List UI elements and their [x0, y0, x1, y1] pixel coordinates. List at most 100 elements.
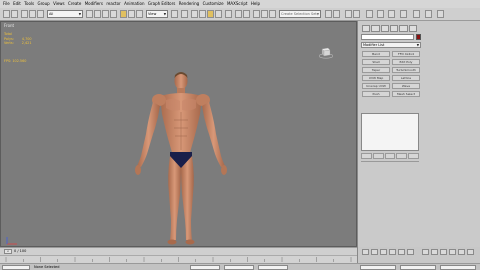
modifier-button[interactable]: Push: [362, 91, 390, 97]
modifier-stack[interactable]: [361, 113, 419, 151]
modifier-button[interactable]: Wave: [392, 83, 420, 89]
pivot-center-button[interactable]: [171, 10, 178, 18]
modifier-button[interactable]: Taper: [362, 67, 390, 73]
motion-tab-button[interactable]: [400, 10, 407, 18]
select-by-name-button[interactable]: [94, 10, 101, 18]
mirror-button[interactable]: [235, 10, 242, 18]
make-unique-button[interactable]: [384, 153, 396, 159]
go-to-end-icon[interactable]: [407, 249, 414, 255]
menu-modifiers[interactable]: Modifiers: [85, 0, 103, 8]
key-filters-field[interactable]: [360, 265, 396, 270]
create-tab-button[interactable]: [366, 10, 373, 18]
zoom-extents-icon[interactable]: [440, 249, 447, 255]
modifier-button[interactable]: Unwrap UVW: [362, 83, 390, 89]
selection-filter-dropdown[interactable]: All ▼: [47, 10, 83, 18]
window-crossing-button[interactable]: [110, 10, 117, 18]
spinner-snap-button[interactable]: [215, 10, 222, 18]
orbit-icon[interactable]: [467, 249, 474, 255]
menu-reactor[interactable]: reactor: [106, 0, 120, 8]
select-and-move-button[interactable]: [120, 10, 127, 18]
y-coordinate-field[interactable]: [224, 265, 254, 270]
unlink-button[interactable]: [29, 10, 36, 18]
menu-group[interactable]: Group: [37, 0, 49, 8]
reference-coordinate-dropdown[interactable]: View ▼: [146, 10, 168, 18]
go-to-start-icon[interactable]: [371, 249, 378, 255]
menu-maxscript[interactable]: MAXScript: [227, 0, 248, 8]
menu-views[interactable]: Views: [53, 0, 65, 8]
track-bar[interactable]: [0, 255, 357, 263]
time-slider[interactable]: < 0 / 100: [0, 247, 357, 255]
manipulate-button[interactable]: [181, 10, 188, 18]
time-slider-prev-button[interactable]: <: [4, 249, 12, 254]
menu-tools[interactable]: Tools: [24, 0, 34, 8]
percent-snap-button[interactable]: [207, 10, 214, 18]
menu-graph-editors[interactable]: Graph Editors: [148, 0, 175, 8]
maxscript-listener-field[interactable]: [2, 265, 30, 270]
menu-customize[interactable]: Customize: [203, 0, 224, 8]
tab-hierarchy[interactable]: [380, 25, 389, 32]
tab-create[interactable]: [362, 25, 371, 32]
menu-file[interactable]: File: [3, 0, 10, 8]
curve-editor-button[interactable]: [261, 10, 268, 18]
z-coordinate-field[interactable]: [258, 265, 288, 270]
zoom-icon[interactable]: [422, 249, 429, 255]
set-key-field[interactable]: [400, 265, 436, 270]
menu-edit[interactable]: Edit: [13, 0, 21, 8]
select-and-rotate-button[interactable]: [128, 10, 135, 18]
modifier-button[interactable]: Bend: [362, 51, 390, 57]
auto-key-button[interactable]: [362, 249, 369, 255]
quick-render-button[interactable]: [353, 10, 360, 18]
modifier-button[interactable]: Mesh Select: [392, 91, 420, 97]
tab-utilities[interactable]: [408, 25, 417, 32]
play-icon[interactable]: [389, 249, 396, 255]
display-tab-button[interactable]: [413, 10, 420, 18]
render-setup-button[interactable]: [333, 10, 340, 18]
render-frame-window-button[interactable]: [345, 10, 352, 18]
menu-rendering[interactable]: Rendering: [179, 0, 199, 8]
modifier-button[interactable]: UVW Map: [362, 75, 390, 81]
modifier-button[interactable]: FFD 4x4x4: [392, 51, 420, 57]
modifier-button[interactable]: Shell: [362, 59, 390, 65]
next-frame-icon[interactable]: [398, 249, 405, 255]
pan-icon[interactable]: [458, 249, 465, 255]
modifier-button[interactable]: Lattice: [392, 75, 420, 81]
configure-modifier-sets-button[interactable]: [408, 153, 419, 159]
hierarchy-tab-button[interactable]: [388, 10, 395, 18]
align-button[interactable]: [243, 10, 250, 18]
redo-button[interactable]: [11, 10, 18, 18]
object-color-swatch[interactable]: [416, 34, 421, 40]
render-production-button[interactable]: [437, 10, 444, 18]
modify-tab-button[interactable]: [377, 10, 384, 18]
tab-modify[interactable]: [371, 25, 380, 32]
layer-manager-button[interactable]: [253, 10, 260, 18]
viewcube-icon[interactable]: [319, 45, 333, 59]
character-model[interactable]: [126, 70, 236, 247]
tab-motion[interactable]: [389, 25, 399, 32]
material-editor-button[interactable]: [325, 10, 332, 18]
zoom-all-icon[interactable]: [431, 249, 438, 255]
menu-help[interactable]: Help: [251, 0, 260, 8]
object-name-field[interactable]: [361, 34, 414, 40]
viewport-label[interactable]: Front: [4, 23, 14, 28]
named-selection-set-dropdown[interactable]: Create Selection Set ▼: [279, 10, 321, 18]
modifier-button[interactable]: Edit Poly: [392, 59, 420, 65]
modifier-list-dropdown[interactable]: Modifier List ▼: [361, 42, 421, 48]
pin-stack-button[interactable]: [361, 153, 372, 159]
select-and-scale-button[interactable]: [136, 10, 143, 18]
bind-space-warp-button[interactable]: [37, 10, 44, 18]
field-of-view-icon[interactable]: [449, 249, 456, 255]
menu-create[interactable]: Create: [68, 0, 81, 8]
edit-named-selection-button[interactable]: [225, 10, 232, 18]
snaps-toggle-button[interactable]: [191, 10, 198, 18]
tab-display[interactable]: [399, 25, 408, 32]
angle-snap-button[interactable]: [199, 10, 206, 18]
show-end-result-button[interactable]: [372, 153, 384, 159]
link-button[interactable]: [21, 10, 28, 18]
utilities-tab-button[interactable]: [425, 10, 432, 18]
remove-modifier-button[interactable]: [396, 153, 408, 159]
schematic-view-button[interactable]: [269, 10, 276, 18]
modifier-button[interactable]: TurboSmooth: [392, 67, 420, 73]
x-coordinate-field[interactable]: [190, 265, 220, 270]
previous-frame-icon[interactable]: [380, 249, 387, 255]
time-config-field[interactable]: [440, 265, 476, 270]
